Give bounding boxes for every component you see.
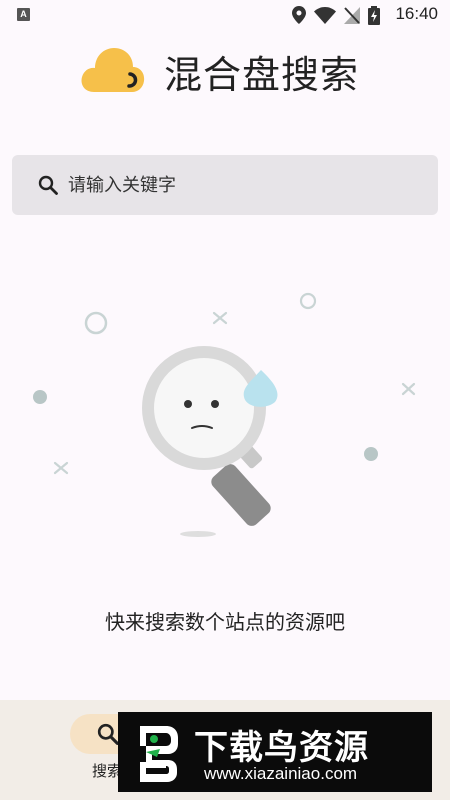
status-icons [292, 5, 380, 25]
watermark-banner: 下载鸟资源 www.xiazainiao.com [118, 712, 432, 792]
search-bar[interactable] [12, 155, 438, 215]
location-icon [292, 6, 306, 24]
watermark-title: 下载鸟资源 [194, 728, 369, 768]
magnifier-icon [142, 346, 278, 526]
watermark-url: www.xiazainiao.com [204, 764, 358, 783]
status-time: 16:40 [395, 4, 438, 23]
search-input[interactable] [68, 155, 428, 215]
battery-charging-icon [368, 5, 380, 25]
wifi-icon [314, 6, 336, 24]
app-header: 混合盘搜索 [0, 40, 450, 100]
app-title: 混合盘搜索 [164, 53, 360, 97]
empty-state-message: 快来搜索数个站点的资源吧 [105, 610, 345, 634]
status-bar: A 16:40 [0, 0, 450, 30]
search-icon [97, 723, 119, 745]
bird-logo-icon [140, 726, 178, 782]
notification-a-icon: A [17, 8, 30, 21]
no-sim-icon [344, 6, 360, 24]
empty-state-illustration [33, 292, 416, 537]
cloud-logo-icon [81, 48, 145, 92]
search-icon [38, 175, 58, 195]
